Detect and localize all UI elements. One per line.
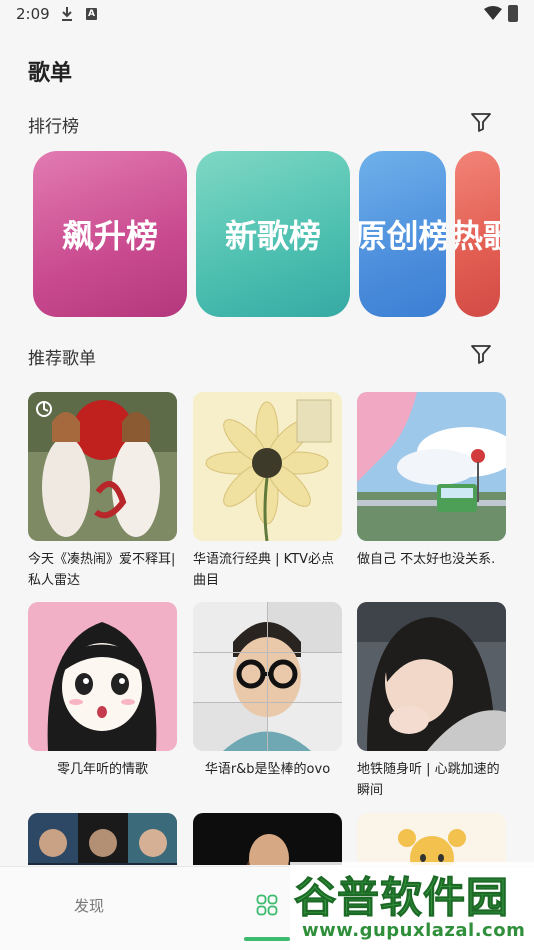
charts-row: 飙升榜 新歌榜 原创榜 热歌 (0, 150, 534, 320)
chart-card-soaring[interactable]: 飙升榜 (33, 151, 187, 317)
chart-card-new-songs[interactable]: 新歌榜 (196, 151, 350, 317)
charts-section-title: 排行榜 (28, 117, 79, 137)
playlist-card[interactable]: 地铁随身听 | 心跳加速的瞬间 (357, 602, 506, 801)
battery-icon (508, 5, 518, 22)
nav-tab-discover[interactable]: 发现 (74, 895, 104, 916)
play-count-icon (36, 401, 52, 417)
playlist-title: 华语r&b是坠棒的ovo (204, 762, 331, 777)
playlist-cover (28, 813, 177, 865)
watermark-logo: 谷普软件园 (293, 873, 510, 923)
chart-card-original[interactable]: 原创榜 (359, 151, 446, 317)
playlist-card[interactable]: 零几年听的情歌 (28, 602, 177, 780)
playlist-cover (357, 392, 506, 541)
playlist-card[interactable] (357, 813, 506, 865)
filter-icon[interactable] (470, 111, 492, 133)
wifi-icon (484, 6, 502, 20)
playlist-title: 华语流行经典 | KTV必点曲目 (193, 552, 334, 588)
status-time: 2:09 (16, 5, 50, 23)
recommend-section-title: 推荐歌单 (28, 349, 96, 369)
playlist-cover (193, 602, 342, 751)
playlist-cover (193, 392, 342, 541)
playlist-cover (28, 392, 177, 541)
chart-card-label: 热歌 (455, 217, 500, 255)
notification-badge-icon: A (86, 8, 97, 20)
status-bar: 2:09 A (0, 0, 534, 28)
page-title: 歌单 (28, 61, 73, 86)
playlist-grid-icon[interactable] (256, 894, 278, 916)
playlist-title: 做自己 不太好也没关系. (357, 552, 496, 567)
playlist-card[interactable]: 做自己 不太好也没关系. (357, 392, 506, 570)
playlist-cover (193, 813, 342, 865)
playlist-title: 今天《凑热闹》爱不释耳|私人雷达 (28, 552, 176, 588)
chart-card-label: 飙升榜 (61, 217, 158, 255)
playlist-grid: 今天《凑热闹》爱不释耳|私人雷达 华语流行经典 | KTV必点曲目 做自己 不太… (0, 390, 534, 865)
playlist-card[interactable]: 华语r&b是坠棒的ovo (193, 602, 342, 780)
playlist-card[interactable] (28, 813, 177, 865)
playlist-card[interactable]: 今天《凑热闹》爱不释耳|私人雷达 (28, 392, 177, 591)
watermark: 谷普软件园 www.gupuxlazal.com (290, 862, 534, 950)
filter-icon[interactable] (470, 343, 492, 365)
watermark-url: www.gupuxlazal.com (302, 920, 526, 941)
playlist-title: 地铁随身听 | 心跳加速的瞬间 (357, 762, 500, 798)
playlist-cover (28, 602, 177, 751)
download-icon (62, 7, 72, 21)
chart-card-label: 原创榜 (359, 217, 446, 255)
chart-card-hot-songs[interactable]: 热歌 (455, 151, 500, 317)
playlist-cover (357, 602, 506, 751)
playlist-card[interactable] (193, 813, 342, 865)
playlist-card[interactable]: 华语流行经典 | KTV必点曲目 (193, 392, 342, 591)
playlist-title: 零几年听的情歌 (56, 762, 148, 777)
chart-card-label: 新歌榜 (224, 217, 321, 255)
active-tab-indicator (244, 937, 290, 941)
playlist-cover (357, 813, 506, 865)
